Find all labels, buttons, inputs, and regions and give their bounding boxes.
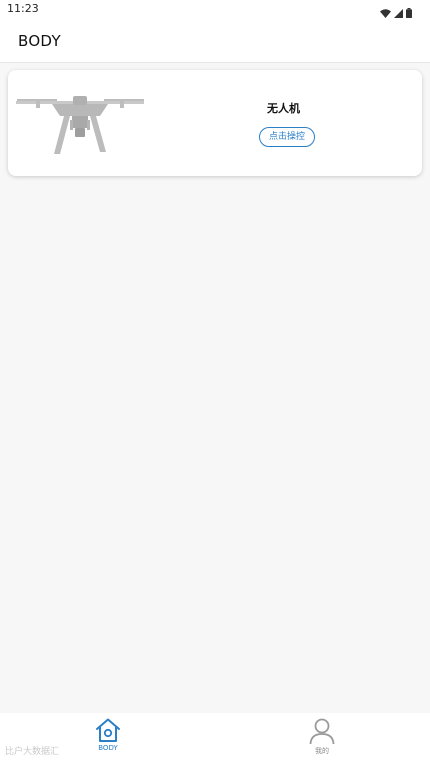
app-bar: BODY [0, 18, 430, 63]
drone-icon [16, 86, 144, 156]
nav-label-body: BODY [98, 744, 118, 752]
status-time: 11:23 [7, 2, 39, 15]
user-icon [292, 717, 352, 745]
app-screen: 11:23 BODY 无人机 点击操控 BODY 我的 比户大数据汇 [0, 0, 430, 761]
device-card-drone[interactable]: 无人机 点击操控 [8, 70, 422, 176]
device-name: 无人机 [267, 102, 300, 115]
nav-item-mine[interactable]: 我的 [292, 717, 352, 759]
home-icon [78, 717, 138, 743]
watermark: 比户大数据汇 [5, 747, 60, 757]
bottom-nav: BODY 我的 [0, 713, 430, 761]
nav-label-mine: 我的 [315, 747, 329, 755]
status-bar: 11:23 [0, 0, 430, 18]
device-list: 无人机 点击操控 [0, 63, 430, 713]
page-title: BODY [18, 32, 61, 50]
nav-item-body[interactable]: BODY [78, 717, 138, 759]
control-button[interactable]: 点击操控 [259, 127, 315, 147]
